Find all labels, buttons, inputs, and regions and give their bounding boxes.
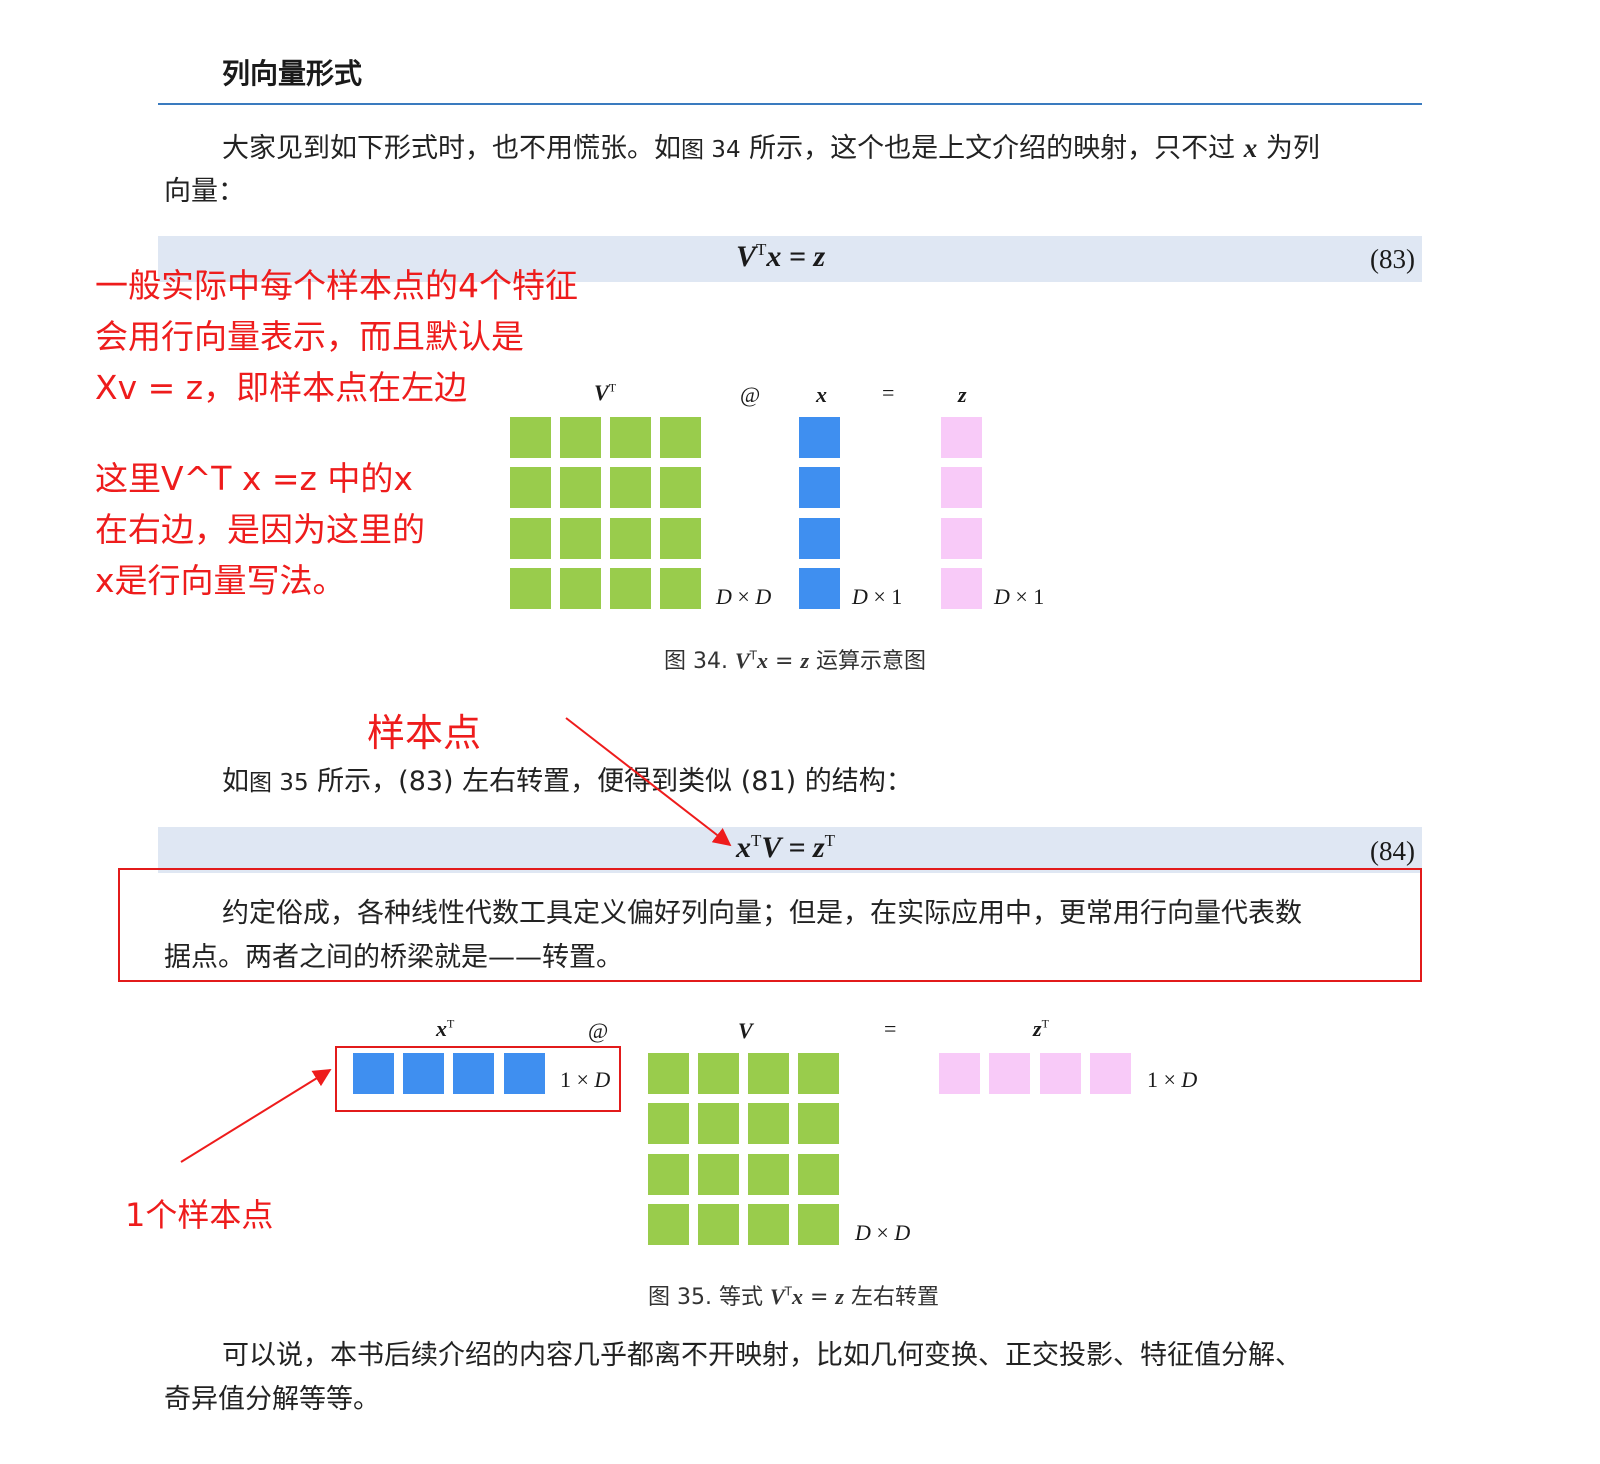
annotation-arrows: [180, 717, 732, 1163]
arrow-to-sample-box: [180, 1069, 332, 1163]
paragraph-4-line-1: 可以说，本书后续介绍的内容几乎都离不开映射，比如几何变换、正交投影、特征值分解、: [222, 1340, 1302, 1371]
arrow-to-xt: [565, 717, 732, 847]
paragraph-4-line-2: 奇异值分解等等。: [164, 1384, 380, 1415]
